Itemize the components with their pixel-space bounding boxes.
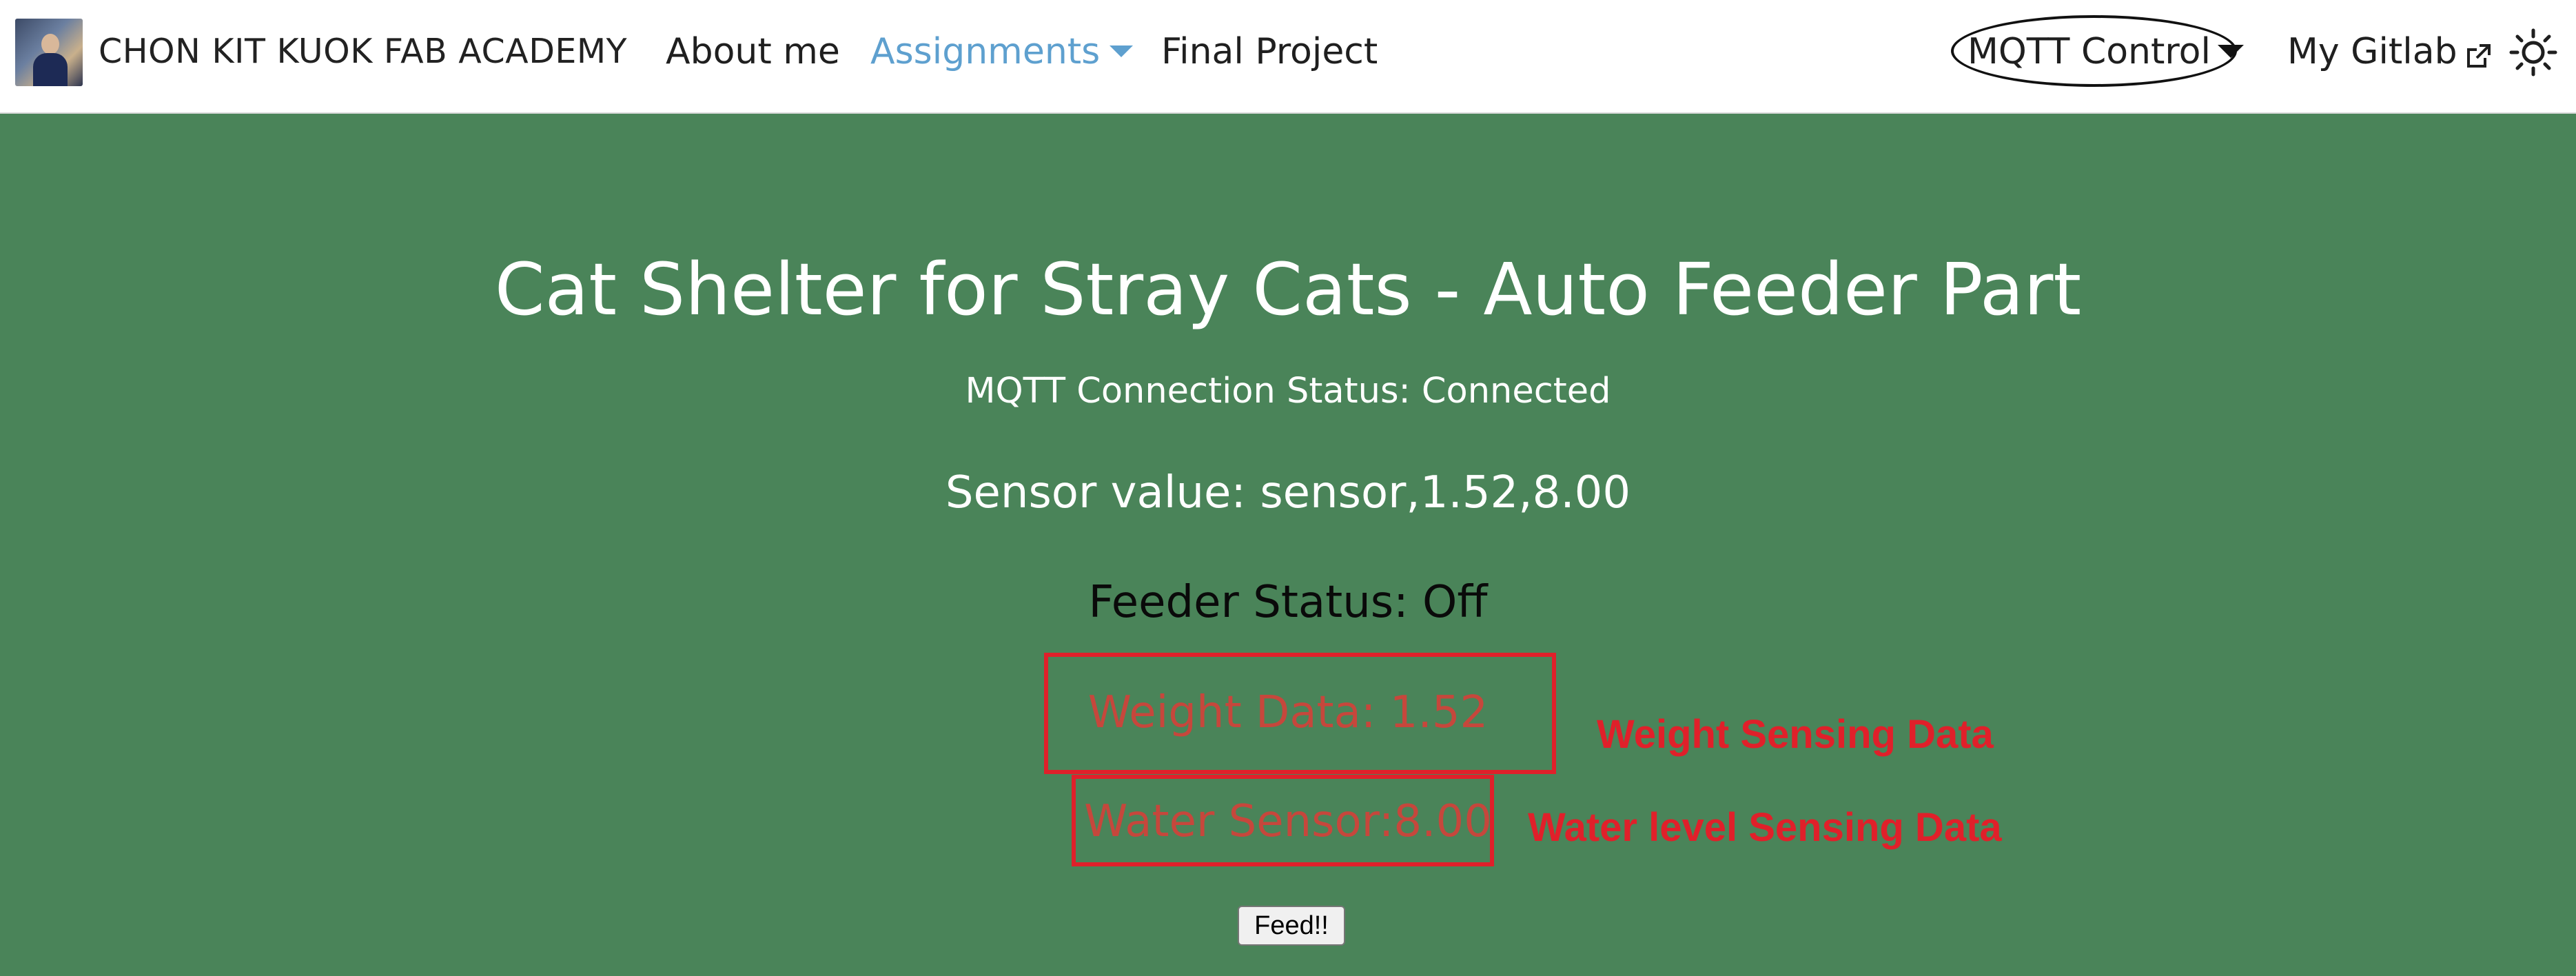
sun-icon bbox=[2509, 28, 2557, 77]
page-title: Cat Shelter for Stray Cats - Auto Feeder… bbox=[494, 247, 2082, 332]
brand-title[interactable]: CHON KIT KUOK FAB ACADEMY bbox=[99, 29, 627, 74]
water-highlight-box bbox=[1072, 775, 1494, 866]
feed-button[interactable]: Feed!! bbox=[1238, 906, 1345, 946]
nav-assignments-label: Assignments bbox=[870, 31, 1101, 72]
nav-mqtt-control-dropdown[interactable]: MQTT Control bbox=[1967, 29, 2244, 74]
theme-toggle-button[interactable] bbox=[2508, 28, 2558, 77]
chevron-down-icon bbox=[1110, 45, 1134, 57]
external-link-icon bbox=[2464, 36, 2492, 68]
nav-my-gitlab[interactable]: My Gitlab bbox=[2287, 29, 2492, 74]
nav-final-project-label: Final Project bbox=[1161, 31, 1378, 72]
brand-avatar[interactable] bbox=[15, 19, 83, 86]
feeder-status-text: Feeder Status: Off bbox=[1088, 577, 1488, 628]
nav-assignments-dropdown[interactable]: Assignments bbox=[870, 29, 1134, 74]
sensor-value-text: Sensor value: sensor,1.52,8.00 bbox=[945, 467, 1631, 518]
nav-mqtt-control-label: MQTT Control bbox=[1967, 31, 2211, 72]
weight-annotation-label: Weight Sensing Data bbox=[1597, 712, 1994, 757]
top-navbar: CHON KIT KUOK FAB ACADEMY About me Assig… bbox=[0, 0, 2576, 114]
water-annotation-label: Water level Sensing Data bbox=[1528, 805, 2002, 850]
nav-about-me[interactable]: About me bbox=[666, 29, 840, 74]
mqtt-connection-status: MQTT Connection Status: Connected bbox=[965, 371, 1611, 411]
nav-final-project[interactable]: Final Project bbox=[1161, 29, 1378, 74]
nav-my-gitlab-label: My Gitlab bbox=[2287, 31, 2457, 72]
avatar-head bbox=[41, 34, 59, 54]
chevron-down-icon bbox=[2217, 44, 2244, 58]
nav-about-label: About me bbox=[666, 31, 840, 72]
weight-highlight-box bbox=[1044, 653, 1556, 774]
avatar-torso bbox=[33, 53, 68, 86]
